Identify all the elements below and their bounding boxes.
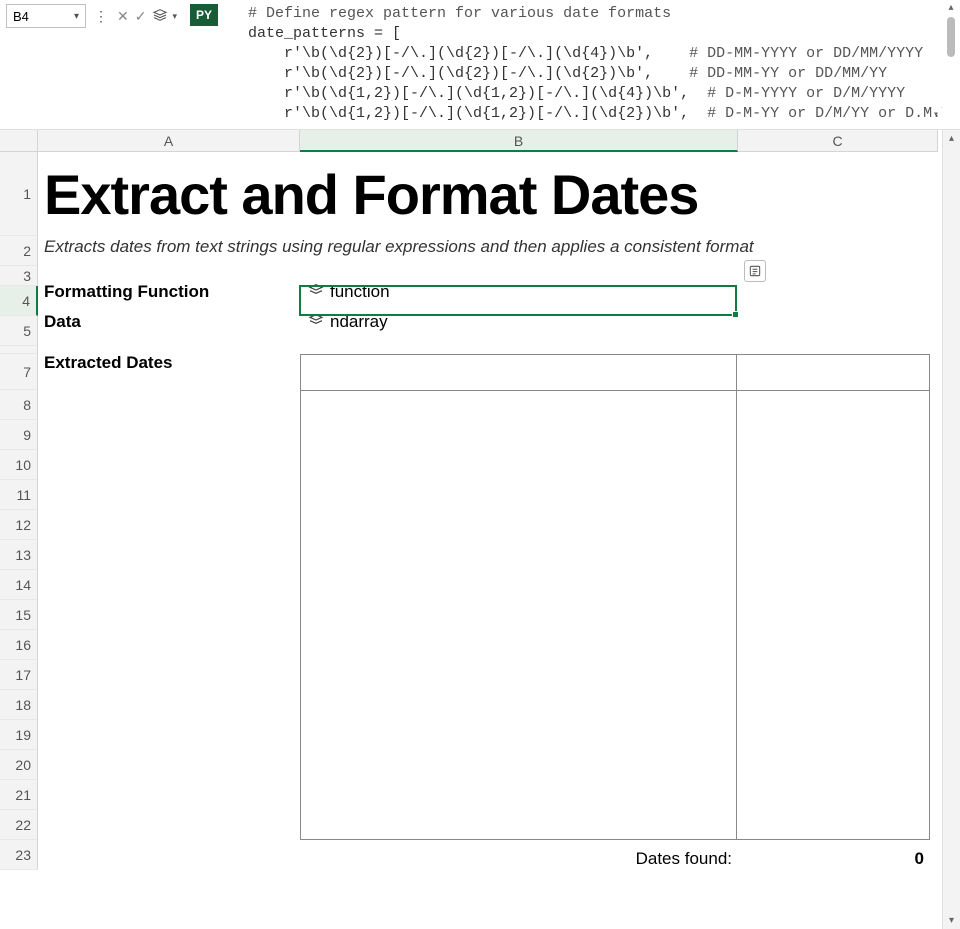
row-header[interactable]: 1 xyxy=(0,152,38,236)
vertical-scrollbar[interactable]: ▴ ▾ xyxy=(942,130,960,929)
row-header[interactable]: 17 xyxy=(0,660,38,690)
code-line: r'\b(\d{2})[-/\.](\d{2})[-/\.](\d{2})\b'… xyxy=(248,65,653,82)
row-header[interactable] xyxy=(0,346,38,354)
formula-code-editor[interactable]: # Define regex pattern for various date … xyxy=(218,0,942,128)
row-header[interactable]: 21 xyxy=(0,780,38,810)
row-header[interactable]: 15 xyxy=(0,600,38,630)
scroll-up-icon[interactable]: ▴ xyxy=(949,130,954,147)
python-object-icon xyxy=(308,282,324,303)
row-header[interactable]: 23 xyxy=(0,840,38,870)
row-header[interactable]: 7 xyxy=(0,354,38,390)
row-header[interactable]: 19 xyxy=(0,720,38,750)
label-extracted-dates: Extracted Dates xyxy=(42,353,304,373)
scroll-up-icon[interactable]: ▴ xyxy=(948,2,953,13)
name-box[interactable]: B4 ▾ xyxy=(6,4,86,28)
row-header[interactable]: 14 xyxy=(0,570,38,600)
confirm-icon[interactable]: ✓ xyxy=(134,8,148,25)
code-line: date_patterns = [ xyxy=(248,25,401,42)
scroll-down-icon[interactable]: ▾ xyxy=(933,106,939,126)
cell-value: function xyxy=(330,282,390,302)
column-header[interactable]: A xyxy=(38,130,300,152)
name-box-value: B4 xyxy=(13,9,29,24)
cell-value: ndarray xyxy=(330,312,388,332)
scroll-thumb[interactable] xyxy=(947,17,955,57)
code-line: r'\b(\d{1,2})[-/\.](\d{1,2})[-/\.](\d{4}… xyxy=(248,85,689,102)
page-subtitle: Extracts dates from text strings using r… xyxy=(42,235,942,257)
row-header[interactable]: 22 xyxy=(0,810,38,840)
row-header[interactable]: 9 xyxy=(0,420,38,450)
chevron-down-icon[interactable]: ▾ xyxy=(171,11,178,22)
formula-bar: B4 ▾ ⋮ ✕ ✓ ▾ PY # Define regex pattern f… xyxy=(0,0,960,130)
page-title: Extract and Format Dates xyxy=(42,152,942,227)
row-header[interactable]: 8 xyxy=(0,390,38,420)
menu-dots-icon[interactable]: ⋮ xyxy=(92,8,110,25)
row-header[interactable]: 3 xyxy=(0,266,38,286)
column-headers: A B C xyxy=(38,130,942,152)
row-header[interactable]: 13 xyxy=(0,540,38,570)
scroll-track[interactable] xyxy=(943,147,960,912)
scroll-down-icon[interactable]: ▾ xyxy=(949,912,954,929)
column-header[interactable]: B xyxy=(300,130,738,152)
code-line: # Define regex pattern for various date … xyxy=(248,5,671,22)
code-scrollbar[interactable]: ▴ xyxy=(942,0,960,57)
code-comment: # D-M-YYYY or D/M/YYYY xyxy=(707,85,905,102)
row-header[interactable]: 18 xyxy=(0,690,38,720)
extracted-dates-table[interactable] xyxy=(300,354,930,840)
row-header[interactable]: 12 xyxy=(0,510,38,540)
dates-found-label: Dates found: xyxy=(300,849,738,869)
code-line: r'\b(\d{2})[-/\.](\d{2})[-/\.](\d{4})\b'… xyxy=(248,45,653,62)
table-body-col[interactable] xyxy=(301,391,737,839)
row-header[interactable]: 11 xyxy=(0,480,38,510)
row-header[interactable]: 2 xyxy=(0,236,38,266)
select-all-corner[interactable] xyxy=(0,130,38,152)
code-comment: # DD-MM-YY or DD/MM/YY xyxy=(689,65,887,82)
table-body-col[interactable] xyxy=(737,391,929,839)
python-badge: PY xyxy=(190,4,218,26)
label-data: Data xyxy=(42,312,304,332)
row-header[interactable]: 16 xyxy=(0,630,38,660)
column-header[interactable]: C xyxy=(738,130,938,152)
code-comment: # D-M-YY or D/M/YY or D.M.YY xyxy=(707,105,942,122)
row-header[interactable]: 20 xyxy=(0,750,38,780)
row-header[interactable]: 4 xyxy=(0,286,38,316)
row-data: Data ndarray xyxy=(42,307,942,337)
row-formatting-function: Formatting Function function xyxy=(42,277,942,307)
footer-row: Dates found: 0 xyxy=(300,844,930,874)
python-output-icon[interactable] xyxy=(151,7,169,26)
cancel-icon[interactable]: ✕ xyxy=(116,8,130,25)
python-object-icon xyxy=(308,312,324,333)
row-header[interactable]: 5 xyxy=(0,316,38,346)
card-button[interactable] xyxy=(744,260,766,282)
cell-b5[interactable]: ndarray xyxy=(304,312,742,333)
code-line: r'\b(\d{1,2})[-/\.](\d{1,2})[-/\.](\d{2}… xyxy=(248,105,689,122)
row-header[interactable]: 10 xyxy=(0,450,38,480)
chevron-down-icon[interactable]: ▾ xyxy=(74,11,79,22)
cell-grid[interactable]: Extract and Format Dates Extracts dates … xyxy=(38,152,942,929)
row-headers: 1 2 3 4 5 7 8 9 10 11 12 13 14 15 16 17 … xyxy=(0,152,38,870)
code-comment: # DD-MM-YYYY or DD/MM/YYYY xyxy=(689,45,923,62)
dates-found-value: 0 xyxy=(738,849,930,869)
cell-b4[interactable]: function xyxy=(304,282,742,303)
table-header-cell[interactable] xyxy=(737,355,929,390)
table-header-cell[interactable] xyxy=(301,355,737,390)
label-formatting-function: Formatting Function xyxy=(42,282,304,302)
